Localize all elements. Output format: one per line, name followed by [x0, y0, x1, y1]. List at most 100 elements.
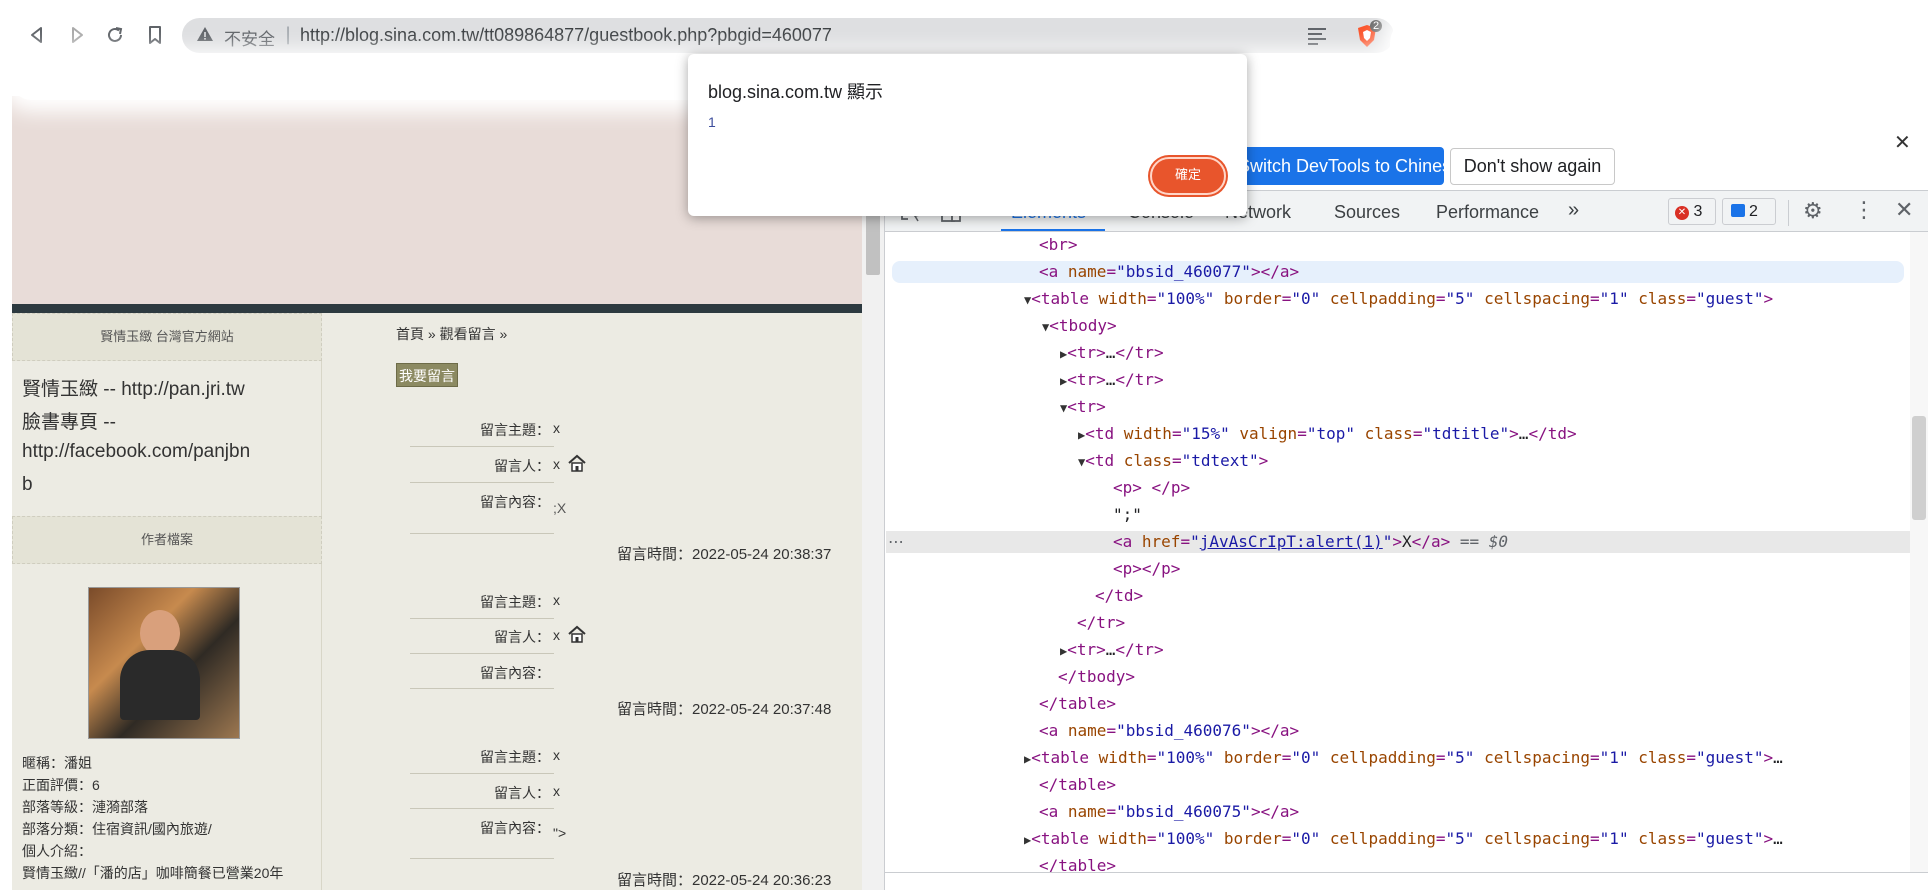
sidebar-link-text[interactable]: 賢情玉緻 -- http://pan.jri.tw	[22, 374, 245, 401]
divider	[410, 533, 554, 534]
timestamp: 留言時間：2022-05-24 20:36:23	[617, 872, 832, 889]
dom-node[interactable]: ";"	[1113, 504, 1142, 526]
subject-label: 留言主題：	[480, 594, 550, 610]
breadcrumb[interactable]: 首頁 » 觀看留言 »	[396, 324, 507, 344]
error-count: 3	[1693, 203, 1703, 220]
divider	[410, 446, 554, 447]
close-icon[interactable]: ✕	[1895, 198, 1913, 223]
subject-value: x	[553, 420, 560, 436]
error-count-badge[interactable]: ✕ 3	[1668, 198, 1716, 225]
divider	[410, 808, 554, 809]
profile-header: 作者檔案	[12, 516, 322, 564]
dom-node[interactable]: ▶<tr>…</tr>	[1060, 639, 1164, 661]
timestamp: 留言時間：2022-05-24 20:38:37	[617, 546, 832, 563]
dom-node[interactable]: ▼<tr>	[1060, 396, 1106, 418]
content-value[interactable]: ;X	[553, 500, 566, 516]
bookmark-icon[interactable]	[142, 22, 168, 48]
url-text[interactable]: http://blog.sina.com.tw/tt089864877/gues…	[300, 25, 832, 46]
dom-node[interactable]: ▼<tbody>	[1042, 315, 1117, 337]
dom-node[interactable]: ▶<tr>…</tr>	[1060, 369, 1164, 391]
security-label[interactable]: 不安全	[224, 25, 275, 50]
dom-node[interactable]: </table>	[1039, 693, 1116, 715]
ok-button[interactable]: 確定	[1150, 157, 1226, 195]
close-icon[interactable]: ✕	[1894, 130, 1911, 154]
dom-node[interactable]: ▶<table width="100%" border="0" cellpadd…	[1024, 828, 1783, 850]
profile-line: 個人介紹：	[22, 843, 92, 859]
more-tabs-icon[interactable]: »	[1568, 199, 1579, 222]
dom-node[interactable]: ▼<table width="100%" border="0" cellpadd…	[1024, 288, 1773, 310]
brave-count-badge: 2	[1370, 20, 1383, 32]
dont-show-again-button[interactable]: Don't show again	[1450, 148, 1615, 185]
message-count: 2	[1749, 203, 1758, 220]
dom-node[interactable]: <p> </p>	[1113, 477, 1190, 499]
active-tab-indicator	[1001, 229, 1105, 231]
subject-value: x	[553, 747, 560, 763]
author-value: x	[553, 456, 560, 472]
gear-icon[interactable]: ⚙	[1803, 199, 1823, 224]
avatar-body	[120, 650, 200, 720]
dom-node[interactable]: <a href="jAvAsCrIpT:alert(1)">X</a> == $…	[1113, 531, 1508, 553]
more-options-icon[interactable]: ⋮	[1853, 198, 1875, 223]
devtools-scrollbar-thumb[interactable]	[1912, 416, 1926, 520]
dom-node[interactable]: </table>	[1039, 774, 1116, 796]
post-message-button[interactable]: 我要留言	[396, 363, 458, 387]
dom-node[interactable]: ▶<tr>…</tr>	[1060, 342, 1164, 364]
dom-node[interactable]: <br>	[1039, 234, 1078, 256]
selected-suffix: == $0	[1459, 532, 1509, 551]
home-icon[interactable]	[567, 454, 587, 472]
dom-node[interactable]: ▶<td width="15%" valign="top" class="tdt…	[1078, 423, 1577, 445]
site-title: 賢情玉緻 台灣官方網站	[12, 313, 322, 361]
subject-label: 留言主題：	[480, 749, 550, 765]
more-actions-icon[interactable]: ⋯	[888, 531, 904, 553]
tab-sources[interactable]: Sources	[1334, 202, 1400, 223]
reader-mode-icon[interactable]	[1306, 24, 1328, 46]
content-label: 留言內容：	[480, 820, 550, 836]
profile-line: 部落分類：住宿資訊/國內旅遊/	[22, 821, 212, 837]
dom-node[interactable]: <a name="bbsid_460076"></a>	[1039, 720, 1299, 742]
divider	[410, 482, 554, 483]
subject-value: x	[553, 592, 560, 608]
dom-node[interactable]: <p></p>	[1113, 558, 1180, 580]
sidebar-link-text[interactable]: http://facebook.com/panjbn	[22, 441, 250, 463]
profile-line: 暱稱：潘姐	[22, 755, 92, 771]
dom-node[interactable]: </td>	[1095, 585, 1143, 607]
sidebar-link-text: 臉書專頁 --	[22, 412, 116, 433]
dom-node[interactable]: </tr>	[1077, 612, 1125, 634]
profile-line: 賢情玉緻//「潘的店」咖啡簡餐已營業20年	[22, 865, 284, 881]
dom-node[interactable]: ▼<td class="tdtext">	[1078, 450, 1268, 472]
back-arrow-icon[interactable]	[24, 22, 50, 48]
divider	[410, 773, 554, 774]
content-value: ">	[553, 825, 567, 841]
breadcrumb-bar	[885, 872, 1928, 890]
devtools-scrollbar[interactable]	[1910, 232, 1928, 872]
author-label: 留言人：	[494, 458, 550, 474]
forward-arrow-icon[interactable]	[64, 22, 90, 48]
sidebar-link-text[interactable]: b	[22, 474, 33, 496]
warning-icon[interactable]	[196, 25, 214, 48]
dom-node[interactable]: </tbody>	[1058, 666, 1135, 688]
author-label: 留言人：	[494, 629, 550, 645]
divider	[410, 688, 554, 689]
divider	[410, 858, 554, 859]
content-label: 留言內容：	[480, 665, 550, 681]
home-icon[interactable]	[567, 625, 587, 643]
redacted-area	[1390, 14, 1928, 74]
reload-icon[interactable]	[102, 22, 128, 48]
author-value: x	[553, 783, 560, 799]
dom-node[interactable]: ▶<table width="100%" border="0" cellpadd…	[1024, 747, 1783, 769]
banner-divider	[12, 304, 862, 313]
separator	[1788, 200, 1789, 226]
dom-node[interactable]: <a name="bbsid_460077"></a>	[1039, 261, 1299, 283]
profile-line: 部落等級：漣漪部落	[22, 799, 148, 815]
tab-performance[interactable]: Performance	[1436, 202, 1539, 223]
message-count-badge[interactable]: 2	[1722, 198, 1776, 225]
divider	[410, 618, 554, 619]
dom-node[interactable]: <a name="bbsid_460075"></a>	[1039, 801, 1299, 823]
dialog-title: blog.sina.com.tw 顯示	[708, 82, 884, 102]
content-label: 留言內容：	[480, 494, 550, 510]
separator: |	[285, 24, 292, 45]
timestamp: 留言時間：2022-05-24 20:37:48	[617, 701, 832, 718]
author-value: x	[553, 627, 560, 643]
author-label: 留言人：	[494, 785, 550, 801]
dialog-message: 1	[708, 114, 716, 130]
